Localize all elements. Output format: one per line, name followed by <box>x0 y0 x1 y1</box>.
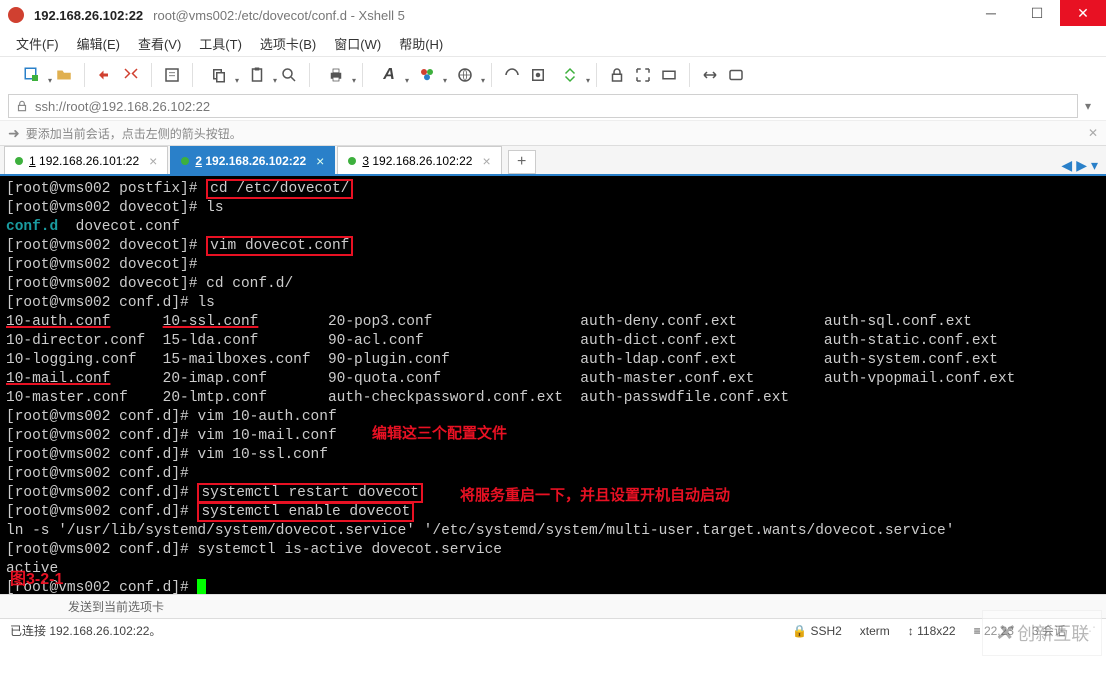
fullscreen-button[interactable] <box>631 63 655 87</box>
tab-next-icon[interactable]: ▶ <box>1076 157 1087 174</box>
address-text: ssh://root@192.168.26.102:22 <box>35 99 210 114</box>
tab-prev-icon[interactable]: ◀ <box>1061 157 1072 174</box>
lock-icon <box>15 99 29 113</box>
status-bar: 已连接 192.168.26.102:22。 🔒 SSH2 xterm ↕ 11… <box>0 618 1106 642</box>
lock-button[interactable] <box>605 63 629 87</box>
copy-button[interactable] <box>201 63 237 87</box>
xagent-button[interactable] <box>526 63 550 87</box>
status-dot-icon <box>348 157 356 165</box>
color-button[interactable] <box>409 63 445 87</box>
tabs-bar: 1 192.168.26.101:22 × 2 192.168.26.102:2… <box>0 146 1106 176</box>
properties-button[interactable] <box>160 63 184 87</box>
toggle-simple-button[interactable] <box>657 63 681 87</box>
address-bar: ssh://root@192.168.26.102:22 ▾ <box>0 92 1106 120</box>
window-controls: ─ ☐ ✕ <box>968 0 1106 26</box>
watermark: ✕创新互联 <box>982 610 1102 656</box>
paste-button[interactable] <box>239 63 275 87</box>
status-size: ↕ 118x22 <box>908 624 956 638</box>
session-tab-2[interactable]: 2 192.168.26.102:22 × <box>170 146 335 174</box>
font-button[interactable]: A <box>371 63 407 87</box>
print-button[interactable] <box>318 63 354 87</box>
session-tab-3[interactable]: 3 192.168.26.102:22 × <box>337 146 501 174</box>
menu-tabs[interactable]: 选项卡(B) <box>260 34 316 53</box>
hint-close-icon[interactable]: ✕ <box>1080 126 1106 140</box>
arrow-icon[interactable]: ➜ <box>8 125 20 142</box>
tab-nav: ◀ ▶ ▾ <box>1061 157 1106 174</box>
close-button[interactable]: ✕ <box>1060 0 1106 26</box>
session-tab-1[interactable]: 1 192.168.26.101:22 × <box>4 146 168 174</box>
hint-text: 要添加当前会话，点击左侧的箭头按钮。 <box>26 125 242 142</box>
tab-menu-icon[interactable]: ▾ <box>1091 157 1098 174</box>
tab-close-icon[interactable]: × <box>482 153 490 169</box>
menu-help[interactable]: 帮助(H) <box>399 34 443 53</box>
reconnect-button[interactable] <box>119 63 143 87</box>
menu-window[interactable]: 窗口(W) <box>334 34 381 53</box>
status-term: xterm <box>860 624 890 638</box>
status-ssh: 🔒 SSH2 <box>792 624 842 638</box>
new-session-button[interactable] <box>14 63 50 87</box>
cursor <box>197 579 206 594</box>
tab-close-icon[interactable]: × <box>316 153 324 169</box>
transfer-button[interactable] <box>552 63 588 87</box>
encoding-button[interactable] <box>447 63 483 87</box>
status-dot-icon <box>15 157 23 165</box>
new-tab-button[interactable]: + <box>508 150 536 174</box>
terminal[interactable]: [root@vms002 postfix]# cd /etc/dovecot/ … <box>0 176 1106 594</box>
tunneling-button[interactable] <box>500 63 524 87</box>
status-connection: 已连接 192.168.26.102:22。 <box>10 622 161 639</box>
app-icon <box>8 7 24 23</box>
figure-label: 图3-2-1 <box>10 570 63 589</box>
annotation-1: 编辑这三个配置文件 <box>372 424 507 443</box>
menu-view[interactable]: 查看(V) <box>138 34 181 53</box>
menu-bar: 文件(F) 编辑(E) 查看(V) 工具(T) 选项卡(B) 窗口(W) 帮助(… <box>0 30 1106 56</box>
annotation-2: 将服务重启一下，并且设置开机自动启动 <box>460 486 730 505</box>
open-button[interactable] <box>52 63 76 87</box>
tab-close-icon[interactable]: × <box>149 153 157 169</box>
horizontal-scroll-button[interactable] <box>698 63 722 87</box>
hint-bar: ➜ 要添加当前会话，点击左侧的箭头按钮。 ✕ <box>0 120 1106 146</box>
status-dot-icon <box>181 157 189 165</box>
minimize-button[interactable]: ─ <box>968 0 1014 26</box>
title-path: root@vms002:/etc/dovecot/conf.d - Xshell… <box>153 8 405 23</box>
compose-bar-button[interactable] <box>724 63 748 87</box>
toolbar: A <box>0 56 1106 92</box>
address-input[interactable]: ssh://root@192.168.26.102:22 <box>8 94 1078 118</box>
title-ip: 192.168.26.102:22 <box>34 8 143 23</box>
maximize-button[interactable]: ☐ <box>1014 0 1060 26</box>
address-dropdown-icon[interactable]: ▾ <box>1078 99 1098 113</box>
compose-bar[interactable]: 发送到当前选项卡 <box>0 594 1106 618</box>
find-button[interactable] <box>277 63 301 87</box>
title-bar: 192.168.26.102:22 root@vms002:/etc/dovec… <box>0 0 1106 30</box>
menu-edit[interactable]: 编辑(E) <box>77 34 120 53</box>
disconnect-button[interactable] <box>93 63 117 87</box>
menu-file[interactable]: 文件(F) <box>16 34 59 53</box>
compose-hint: 发送到当前选项卡 <box>68 598 164 615</box>
menu-tools[interactable]: 工具(T) <box>199 34 242 53</box>
